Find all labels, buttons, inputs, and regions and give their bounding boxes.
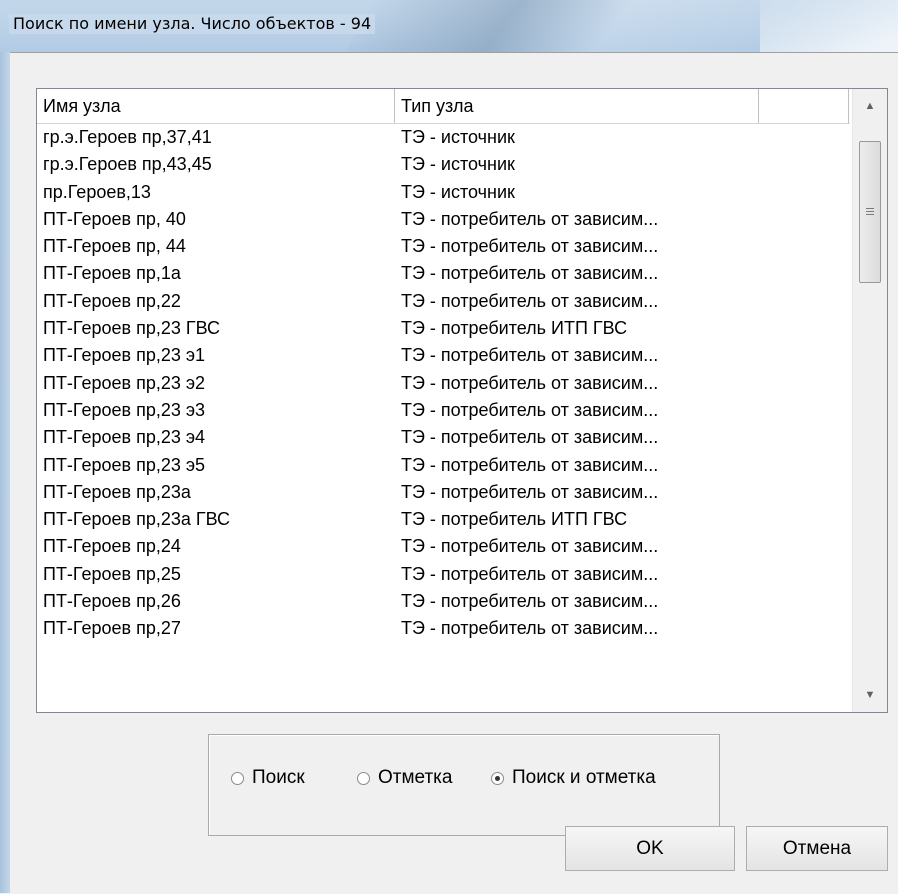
window-title: Поиск по имени узла. Число объектов - 94 — [9, 14, 376, 34]
cell-node-type: ТЭ - потребитель от зависим... — [401, 481, 659, 502]
cancel-button[interactable]: Отмена — [746, 826, 888, 871]
table-row[interactable]: ПТ-Героев пр,23 э4 ТЭ - потребитель от за… — [37, 424, 850, 451]
table-row[interactable]: ПТ-Героев пр,22 ТЭ - потребитель от завис… — [37, 288, 850, 315]
cell-node-type: ТЭ - потребитель от зависим... — [401, 263, 659, 284]
cell-node-type: ТЭ - потребитель от зависим... — [401, 290, 659, 311]
table-row[interactable]: ПТ-Героев пр,23 э3 ТЭ - потребитель от за… — [37, 397, 850, 424]
cell-node-name: ПТ-Героев пр,23 э2 — [43, 372, 206, 393]
table-row[interactable]: ПТ-Героев пр, 44 ТЭ - потребитель от зави… — [37, 233, 850, 260]
cell-node-type: ТЭ - потребитель от зависим... — [401, 563, 659, 584]
cell-node-type: ТЭ - потребитель от зависим... — [401, 236, 659, 257]
radio-search-and-mark[interactable]: Поиск и отметка — [491, 763, 656, 793]
cell-node-name: ПТ-Героев пр,27 — [43, 618, 181, 639]
radio-mark[interactable]: Отметка — [357, 763, 452, 793]
cell-node-name: ПТ-Героев пр,23 ГВС — [43, 318, 221, 339]
scroll-up-button[interactable]: ▲ — [853, 89, 887, 123]
title-bar-glare — [322, 0, 818, 52]
radio-circle-icon — [491, 771, 504, 785]
cell-node-name: ПТ-Героев пр,23 э3 — [43, 399, 206, 420]
column-header-extra[interactable] — [759, 89, 849, 123]
radio-search-and-mark-label: Поиск и отметка — [512, 767, 656, 788]
cell-node-type: ТЭ - потребитель от зависим... — [401, 454, 659, 475]
cell-node-name: пр.Героев,13 — [43, 181, 151, 202]
radio-search[interactable]: Поиск — [231, 763, 305, 793]
vertical-scrollbar[interactable]: ▲ ▼ — [852, 89, 887, 712]
cell-node-name: ПТ-Героев пр,23 э4 — [43, 427, 206, 448]
arrow-up-icon: ▲ — [864, 100, 876, 112]
list-rows: гр.э.Героев пр,37,41 ТЭ - источник гр.э.Ге… — [37, 124, 850, 643]
cell-node-name: ПТ-Героев пр,24 — [43, 536, 181, 557]
radio-search-label: Поиск — [252, 767, 305, 788]
mode-group: Поиск Отметка Поиск и отметка — [208, 734, 720, 836]
column-header-node-name[interactable]: Имя узла — [37, 89, 395, 123]
table-row[interactable]: ПТ-Героев пр, 40 ТЭ - потребитель от зави… — [37, 206, 850, 233]
table-row[interactable]: ПТ-Героев пр,26 ТЭ - потребитель от завис… — [37, 588, 850, 615]
cell-node-name: ПТ-Героев пр,23 э5 — [43, 454, 206, 475]
arrow-down-icon: ▼ — [864, 689, 876, 701]
cell-node-name: ПТ-Героев пр,26 — [43, 591, 181, 612]
table-row[interactable]: ПТ-Героев пр,27 ТЭ - потребитель от завис… — [37, 615, 850, 642]
dialog-body: Имя узла Тип узла гр.э.Героев пр,37,41 ТЭ… — [10, 52, 898, 894]
table-row[interactable]: ПТ-Героев пр,23а ТЭ - потребитель от зави… — [37, 479, 850, 506]
cell-node-type: ТЭ - потребитель от зависим... — [401, 591, 659, 612]
cell-node-name: ПТ-Героев пр,23а — [43, 481, 191, 502]
table-row[interactable]: ПТ-Героев пр,23 ГВС ТЭ - потребитель ИТП … — [37, 315, 850, 342]
cell-node-type: ТЭ - потребитель от зависим... — [401, 536, 659, 557]
cell-node-name: ПТ-Героев пр,23 э1 — [43, 345, 206, 366]
node-list[interactable]: Имя узла Тип узла гр.э.Героев пр,37,41 ТЭ… — [36, 88, 888, 713]
column-header-node-type[interactable]: Тип узла — [395, 89, 759, 123]
table-row[interactable]: гр.э.Героев пр,43,45 ТЭ - источник — [37, 151, 850, 178]
cell-node-name: ПТ-Героев пр, 40 — [43, 208, 186, 229]
cell-node-type: ТЭ - потребитель от зависим... — [401, 208, 659, 229]
table-row[interactable]: ПТ-Героев пр,23 э1 ТЭ - потребитель от за… — [37, 342, 850, 369]
cell-node-type: ТЭ - потребитель ИТП ГВС — [401, 318, 628, 339]
cell-node-name: ПТ-Героев пр,25 — [43, 563, 181, 584]
cell-node-type: ТЭ - потребитель от зависим... — [401, 345, 659, 366]
radio-mark-label: Отметка — [378, 767, 453, 788]
table-row[interactable]: ПТ-Героев пр,1а ТЭ - потребитель от завис… — [37, 260, 850, 287]
table-row[interactable]: ПТ-Героев пр,23а ГВС ТЭ - потребитель ИТП… — [37, 506, 850, 533]
table-row[interactable]: ПТ-Героев пр,25 ТЭ - потребитель от завис… — [37, 561, 850, 588]
radio-circle-icon — [231, 771, 244, 785]
cell-node-name: ПТ-Героев пр,22 — [43, 290, 181, 311]
grip-icon — [866, 207, 874, 217]
window-frame-left — [0, 52, 10, 893]
ok-button[interactable]: OK — [565, 826, 735, 871]
title-bar-highlight — [760, 0, 898, 52]
cell-node-type: ТЭ - потребитель от зависим... — [401, 372, 659, 393]
table-row[interactable]: ПТ-Героев пр,23 э5 ТЭ - потребитель от за… — [37, 452, 850, 479]
cell-node-type: ТЭ - источник — [401, 127, 515, 147]
cell-node-name: гр.э.Героев пр,37,41 — [43, 127, 212, 147]
table-row[interactable]: ПТ-Героев пр,23 э2 ТЭ - потребитель от за… — [37, 370, 850, 397]
cell-node-name: ПТ-Героев пр, 44 — [43, 236, 186, 257]
cell-node-name: ПТ-Героев пр,23а ГВС — [43, 509, 231, 530]
cell-node-name: ПТ-Героев пр,1а — [43, 263, 181, 284]
list-header: Имя узла Тип узла — [37, 89, 850, 124]
table-row[interactable]: ПТ-Героев пр,24 ТЭ - потребитель от завис… — [37, 533, 850, 560]
table-row[interactable]: гр.э.Героев пр,37,41 ТЭ - источник — [37, 124, 850, 151]
cell-node-type: ТЭ - потребитель от зависим... — [401, 399, 659, 420]
cell-node-type: ТЭ - потребитель от зависим... — [401, 618, 659, 639]
scroll-down-button[interactable]: ▼ — [853, 678, 887, 712]
title-bar[interactable]: Поиск по имени узла. Число объектов - 94 — [0, 0, 898, 52]
cell-node-type: ТЭ - источник — [401, 154, 515, 175]
scroll-thumb[interactable] — [859, 141, 881, 283]
cell-node-type: ТЭ - потребитель от зависим... — [401, 427, 659, 448]
cell-node-type: ТЭ - источник — [401, 181, 515, 202]
table-row[interactable]: пр.Героев,13 ТЭ - источник — [37, 179, 850, 206]
cell-node-name: гр.э.Героев пр,43,45 — [43, 154, 212, 175]
cell-node-type: ТЭ - потребитель ИТП ГВС — [401, 509, 628, 530]
radio-circle-icon — [357, 771, 370, 785]
